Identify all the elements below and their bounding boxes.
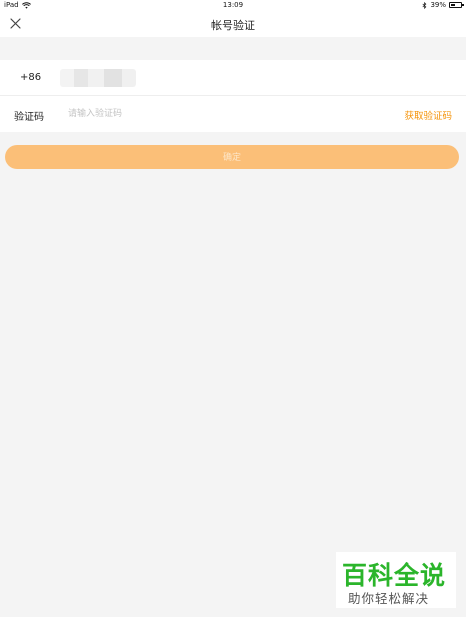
code-row: 验证码 获取验证码 (0, 96, 466, 132)
status-right: 39% (422, 1, 464, 9)
code-label: 验证码 (14, 112, 44, 123)
watermark-slogan: 助你轻松解决 (348, 591, 430, 606)
status-time: 13:09 (222, 1, 244, 9)
status-bar: iPad 13:09 39% (0, 0, 466, 10)
battery-percent: 39% (430, 1, 446, 9)
battery-icon (449, 2, 464, 8)
watermark-logo: 百科全说 (342, 561, 447, 590)
nav-bar: 帐号验证 (0, 10, 466, 37)
confirm-button[interactable]: 确定 (5, 145, 459, 169)
verification-form: +86 验证码 获取验证码 (0, 60, 466, 132)
battery-fill (451, 4, 455, 6)
page-title: 帐号验证 (211, 19, 255, 32)
get-code-button[interactable]: 获取验证码 (404, 108, 452, 122)
bluetooth-icon (422, 1, 427, 9)
country-code: +86 (20, 72, 42, 83)
code-input[interactable] (68, 105, 368, 123)
watermark: 百科全说 助你轻松解决 (336, 552, 456, 608)
phone-row: +86 (0, 60, 466, 96)
phone-number-blurred (60, 69, 136, 87)
